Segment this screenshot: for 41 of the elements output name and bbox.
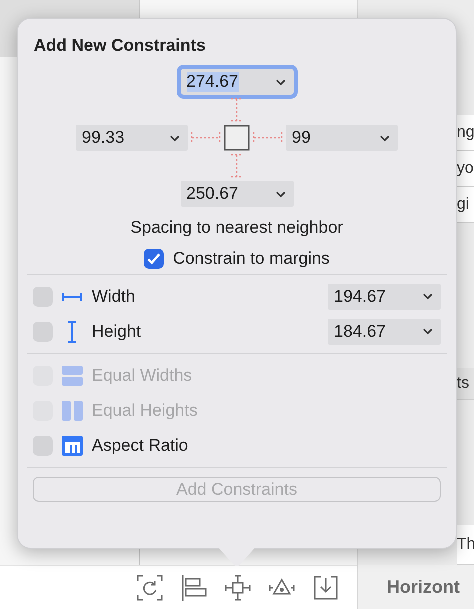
checkbox-label: Equal Heights [92, 400, 198, 420]
equal-widths-icon [62, 366, 82, 386]
aspect-ratio-icon [62, 436, 82, 456]
checkbox-label: Height [92, 322, 142, 342]
inspector-text: gi [457, 187, 474, 223]
dropdown[interactable]: 194.67 [328, 284, 441, 310]
checkbox[interactable] [33, 286, 53, 306]
equal-heights-icon [62, 400, 82, 420]
chevron-down-icon [276, 78, 286, 86]
popover-title: Add New Constraints [34, 36, 207, 57]
spacing-connector-icon [230, 153, 244, 179]
chevron-down-icon [276, 190, 286, 198]
checkbox-label: Aspect Ratio [92, 436, 188, 456]
spacing-caption: Spacing to nearest neighbor [130, 218, 344, 238]
checkbox[interactable] [33, 436, 53, 456]
refresh-icon[interactable] [137, 574, 163, 600]
checkbox[interactable] [33, 322, 53, 342]
chevron-down-icon [170, 134, 180, 142]
width-icon [62, 290, 82, 302]
inspector-text: ts [457, 368, 474, 400]
dropdown[interactable]: 250.67 [180, 181, 294, 207]
align-icon[interactable] [181, 574, 207, 600]
spacing-connector-icon [230, 97, 244, 123]
dropdown[interactable]: 184.67 [328, 318, 441, 344]
dropdown[interactable]: 99 [286, 125, 398, 151]
height-icon [66, 320, 78, 342]
chevron-down-icon [423, 328, 433, 335]
dropdown[interactable]: 99.33 [76, 125, 188, 151]
dropdown[interactable]: 274.67 [180, 69, 294, 95]
chevron-down-icon [380, 134, 390, 142]
chevron-down-icon [423, 293, 433, 300]
checkbox-label: Constrain to margins [173, 249, 330, 269]
view-square-icon [224, 125, 250, 151]
checkbox[interactable] [144, 249, 164, 269]
inspector-heading: Horizont [357, 565, 474, 609]
inspector-text: ng [457, 115, 474, 151]
add-constraints-icon[interactable] [225, 574, 251, 600]
embed-icon[interactable] [313, 574, 339, 600]
checkbox-label: Equal Widths [92, 366, 192, 386]
inspector-text: yo [457, 151, 474, 187]
checkbox-label: Width [92, 286, 136, 306]
